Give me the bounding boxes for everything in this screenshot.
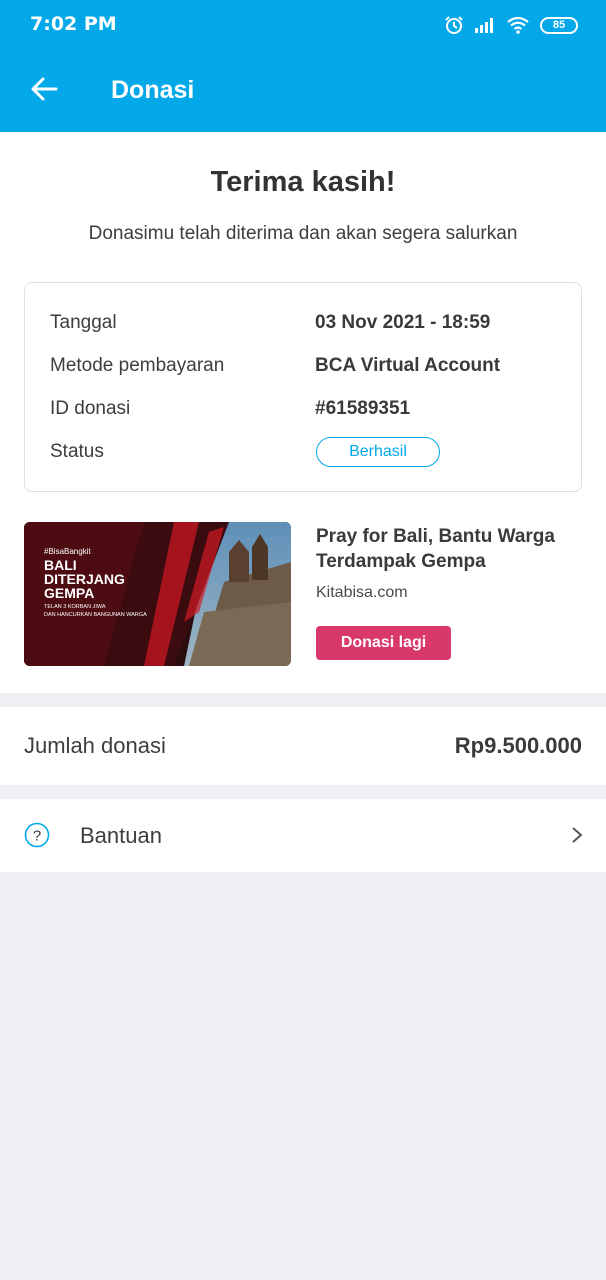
signal-icon — [475, 18, 493, 33]
confirmation-message: Donasimu telah diterima dan akan segera … — [88, 223, 518, 244]
detail-row-payment-method: Metode pembayaran BCA Virtual Account — [25, 351, 581, 381]
status-bar: 7:02 PM 85 — [0, 0, 606, 50]
detail-label: Status — [50, 441, 104, 462]
thank-you-heading: Terima kasih! — [210, 166, 396, 198]
battery-icon: 85 — [540, 16, 578, 34]
campaign-image-caption1: TELAN 3 KORBAN JIWA — [44, 604, 106, 610]
amount-value: Rp9.500.000 — [454, 733, 582, 758]
amount-label: Jumlah donasi — [24, 733, 166, 758]
detail-value: #61589351 — [315, 398, 411, 419]
campaign-image-tag: #BisaBangkit — [44, 547, 91, 556]
help-label: Bantuan — [80, 823, 162, 848]
wifi-icon — [507, 16, 529, 34]
detail-label: Metode pembayaran — [50, 355, 225, 376]
svg-text:?: ? — [33, 828, 41, 845]
app-bar: Donasi — [0, 50, 606, 132]
detail-row-donation-id: ID donasi #61589351 — [25, 394, 581, 424]
back-arrow-icon[interactable] — [28, 73, 60, 105]
alarm-icon — [445, 16, 463, 34]
detail-row-status: Status Berhasil — [25, 437, 581, 467]
campaign-source: Kitabisa.com — [316, 584, 408, 601]
status-badge: Berhasil — [316, 437, 440, 467]
detail-value: 03 Nov 2021 - 18:59 — [315, 312, 491, 333]
donation-amount-section: Jumlah donasi Rp9.500.000 — [0, 707, 606, 785]
detail-value: BCA Virtual Account — [315, 355, 501, 376]
page-title: Donasi — [111, 76, 195, 104]
campaign-illustration: #BisaBangkit BALI DITERJANG GEMPA TELAN … — [24, 522, 291, 666]
detail-row-date: Tanggal 03 Nov 2021 - 18:59 — [25, 308, 581, 338]
receipt-card: Terima kasih! Donasimu telah diterima da… — [0, 132, 606, 693]
help-question-icon: ? — [24, 822, 50, 848]
status-icons: 85 — [444, 13, 578, 37]
chevron-right-icon — [572, 827, 583, 843]
detail-label: ID donasi — [50, 398, 131, 419]
campaign-image[interactable]: #BisaBangkit BALI DITERJANG GEMPA TELAN … — [24, 522, 291, 666]
campaign-title[interactable]: Pray for Bali, Bantu Warga Terdampak Gem… — [316, 524, 586, 574]
donation-details: Tanggal 03 Nov 2021 - 18:59 Metode pemba… — [24, 282, 582, 492]
detail-label: Tanggal — [50, 312, 117, 333]
donate-again-button[interactable]: Donasi lagi — [316, 626, 451, 660]
status-time: 7:02 PM — [30, 13, 117, 35]
campaign-image-caption2: DAN HANCURKAN BANGUNAN WARGA — [44, 612, 147, 618]
campaign-image-line3: GEMPA — [44, 585, 94, 601]
help-row[interactable]: ? Bantuan — [0, 799, 606, 872]
